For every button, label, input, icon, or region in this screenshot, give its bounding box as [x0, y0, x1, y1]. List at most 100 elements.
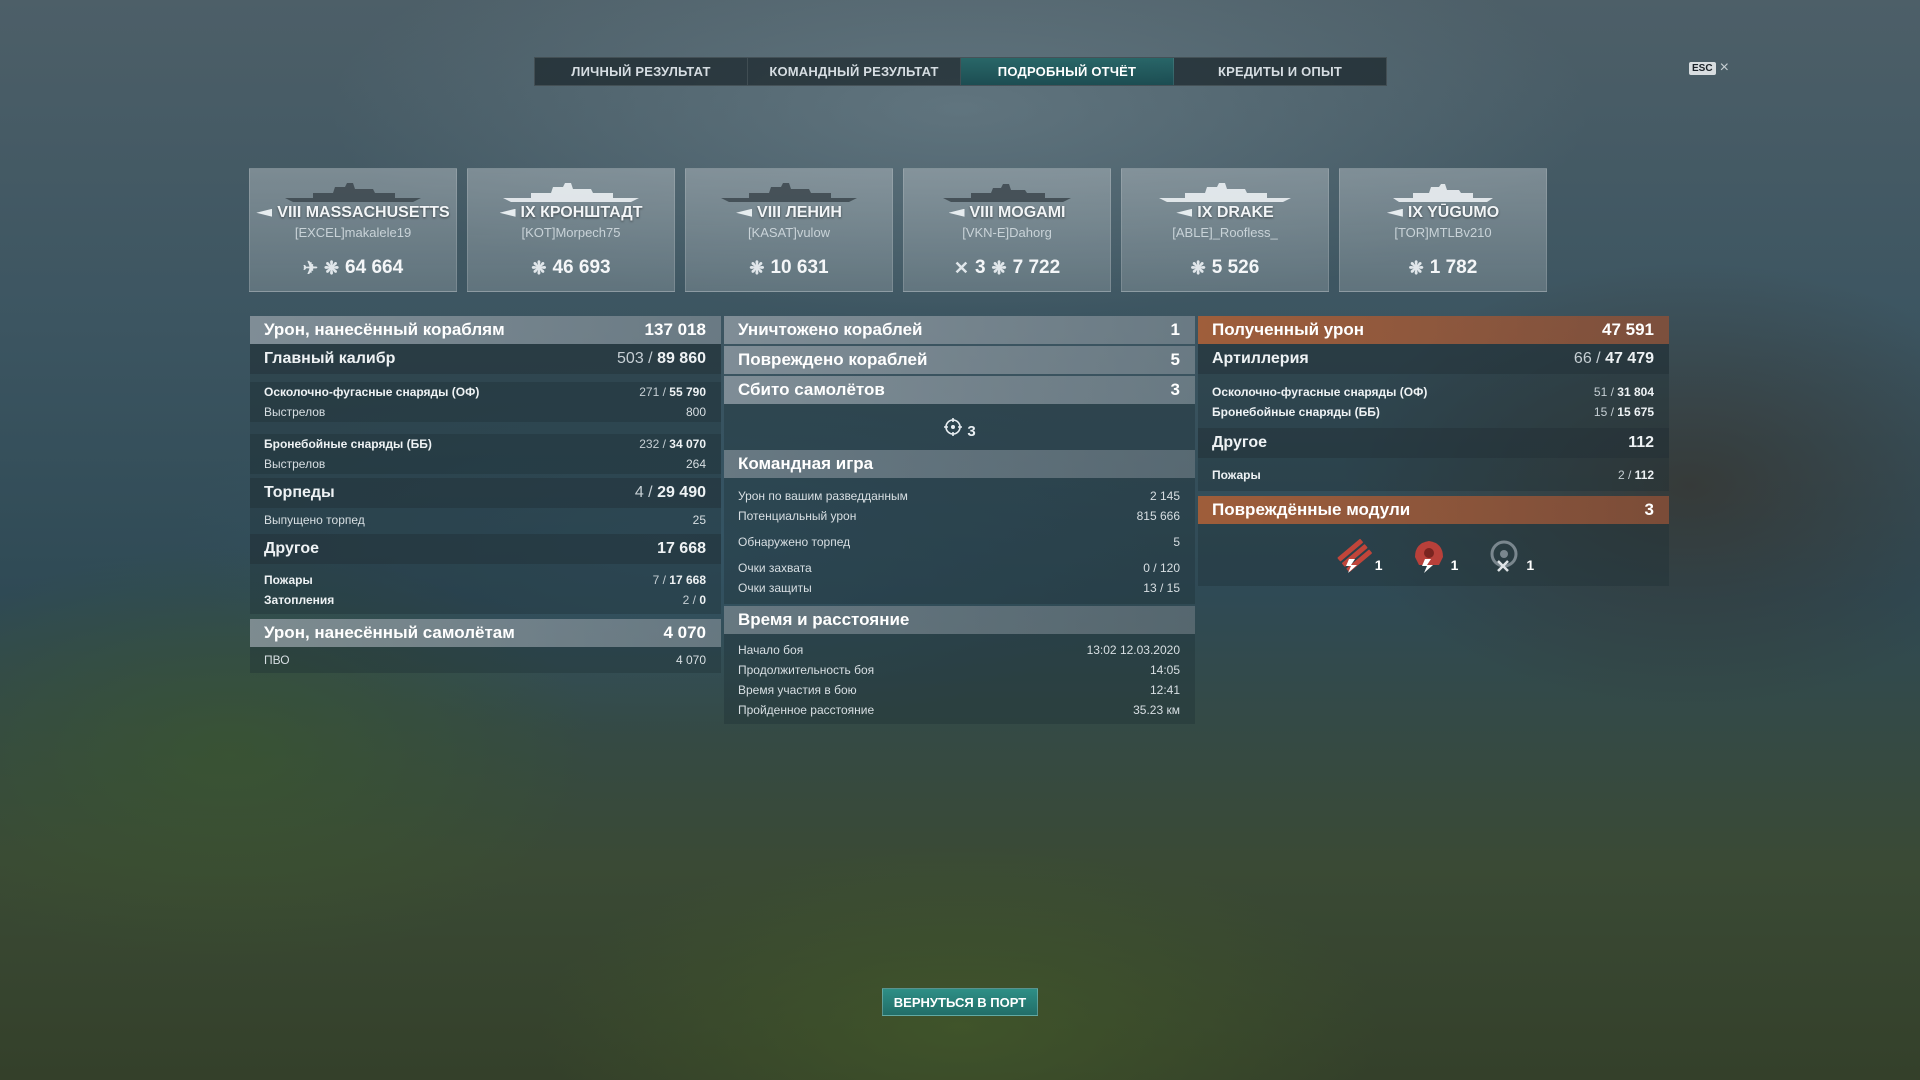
fires-value: 17 668 [669, 573, 706, 587]
ship-card[interactable]: VIII MASSACHUSETTS [EXCEL]makalele19 ✈ ❋… [249, 168, 457, 292]
ship-stats: ✈ ❋ 64 664 [250, 257, 456, 279]
recv-other-label: Другое [1212, 434, 1267, 451]
tab-personal-result[interactable]: ЛИЧНЫЙ РЕЗУЛЬТАТ [535, 58, 748, 85]
damaged-modules-label: Повреждённые модули [1212, 500, 1411, 519]
distance-row: Пройденное расстояние 35.23 км [724, 700, 1195, 720]
ship-class-icon [499, 208, 516, 217]
planes-down-value: 3 [1170, 380, 1180, 399]
module-item[interactable]: 1 [1409, 537, 1459, 573]
ap-row: Бронебойные снаряды (ББ) 232 / 34 070 [250, 434, 721, 454]
artillery-label: Артиллерия [1212, 350, 1309, 367]
plane-shot-down-icon: ✕ [953, 258, 969, 278]
module-count: 1 [1526, 557, 1535, 573]
time-distance-details: Начало боя 13:02 12.03.2020 Продолжитель… [724, 634, 1195, 724]
ap-shots-label: Выстрелов [264, 457, 326, 471]
teamplay-header: Командная игра [724, 450, 1195, 478]
ship-name: VIII ЛЕНИН [686, 204, 892, 222]
ship-name-text: VIII ЛЕНИН [757, 204, 842, 221]
ship-card[interactable]: IX КРОНШТАДТ [KOT]Morpech75 ❋ 46 693 [467, 168, 675, 292]
damage-icon: ❋ [991, 258, 1007, 278]
ap-shots-row: Выстрелов 264 [250, 454, 721, 474]
torpedoes-hits: 4 [634, 484, 644, 501]
damage-to-planes-header: Урон, нанесённый самолётам 4 070 [250, 619, 721, 647]
he-shots-row: Выстрелов 800 [250, 402, 721, 422]
damage-value: 5 526 [1211, 257, 1260, 278]
ship-class-icon [1176, 208, 1193, 217]
damage-value: 64 664 [345, 257, 404, 278]
damage-to-planes-value: 4 070 [663, 623, 706, 642]
ship-name-text: VIII MASSACHUSETTS [277, 204, 450, 221]
torp-spotted-label: Обнаружено торпед [738, 535, 851, 549]
ship-stats: ❋ 5 526 [1122, 257, 1328, 279]
damage-icon: ❋ [1190, 258, 1206, 278]
ship-cards: VIII MASSACHUSETTS [EXCEL]makalele19 ✈ ❋… [249, 168, 1549, 292]
damaged-row: Повреждено кораблей 5 [724, 346, 1195, 374]
damaged-modules-header: Повреждённые модули 3 [1198, 496, 1669, 524]
aa-label: ПВО [264, 653, 290, 667]
torp-launched-value: 25 [692, 513, 706, 527]
potential-label: Потенциальный урон [738, 509, 857, 523]
steering-module-icon [1490, 540, 1518, 572]
floods-label: Затопления [264, 593, 335, 607]
defense-value: 13 / 15 [1143, 581, 1180, 595]
player-name: [ABLE]_Roofless_ [1172, 225, 1278, 240]
damage-value: 7 722 [1012, 257, 1061, 278]
torpedoes-label: Торпеды [264, 484, 335, 501]
ship-class-icon [256, 208, 273, 217]
capture-value: 0 / 120 [1143, 561, 1180, 575]
time-distance-header: Время и расстояние [724, 606, 1195, 634]
module-item[interactable]: 1 [1484, 537, 1534, 573]
recv-fires-value: 112 [1634, 468, 1654, 482]
other-damage-value: 17 668 [657, 540, 706, 557]
ship-card[interactable]: IX DRAKE [ABLE]_Roofless_ ❋ 5 526 [1121, 168, 1329, 292]
module-count: 1 [1374, 557, 1383, 573]
ship-card[interactable]: VIII ЛЕНИН [KASAT]vulow ❋ 10 631 [685, 168, 893, 292]
damaged-label: Повреждено кораблей [738, 350, 928, 369]
player-name: [KASAT]vulow [747, 225, 831, 240]
potential-value: 815 666 [1136, 509, 1180, 523]
tab-credits-xp[interactable]: КРЕДИТЫ И ОПЫТ [1174, 58, 1386, 85]
ship-class-icon [1386, 208, 1403, 217]
esc-key-hint: ESC [1689, 61, 1716, 75]
damage-to-planes-label: Урон, нанесённый самолётам [264, 623, 515, 642]
defense-label: Очки защиты [738, 581, 812, 595]
other-details: Пожары 7 / 17 668 Затопления 2 / 0 [250, 564, 721, 614]
damage-icon: ❋ [531, 258, 547, 278]
module-item[interactable]: 1 [1333, 537, 1383, 573]
participation-label: Время участия в бою [738, 683, 857, 697]
ship-card[interactable]: IX YŪGUMO [TOR]MTLBv210 ❋ 1 782 [1339, 168, 1547, 292]
spot-damage-value: 2 145 [1149, 489, 1180, 503]
damage-to-ships-label: Урон, нанесённый кораблям [264, 320, 505, 339]
he-row: Осколочно-фугасные снаряды (ОФ) 271 / 55… [250, 382, 721, 402]
player-name: [VKN-E]Dahorg [962, 225, 1052, 240]
planes-down-count: 3 [967, 422, 976, 440]
destroyed-label: Уничтожено кораблей [738, 320, 923, 339]
artillery-details: Осколочно-фугасные снаряды (ОФ) 51 / 31 … [1198, 374, 1669, 428]
module-count: 1 [1450, 557, 1459, 573]
close-button[interactable]: ESC × [1689, 60, 1729, 76]
damage-icon: ❋ [1408, 258, 1424, 278]
ship-silhouette-icon [1159, 183, 1291, 202]
capture-row: Очки захвата 0 / 120 [724, 558, 1195, 578]
return-to-port-button[interactable]: ВЕРНУТЬСЯ В ПОРТ [882, 988, 1038, 1016]
received-damage-value: 47 591 [1602, 320, 1654, 339]
ship-name-text: VIII MOGAMI [969, 204, 1066, 221]
tab-team-result[interactable]: КОМАНДНЫЙ РЕЗУЛЬТАТ [748, 58, 961, 85]
ship-silhouette-icon [503, 183, 639, 202]
ship-stats: ✕ 3 ❋ 7 722 [904, 257, 1110, 279]
ship-card[interactable]: VIII MOGAMI [VKN-E]Dahorg ✕ 3 ❋ 7 722 [903, 168, 1111, 292]
main-caliber-details: Осколочно-фугасные снаряды (ОФ) 271 / 55… [250, 374, 721, 478]
ap-hits: 232 [639, 437, 660, 451]
tab-detailed-report[interactable]: ПОДРОБНЫЙ ОТЧЁТ [961, 58, 1174, 85]
plane-icon: ✈ [302, 258, 318, 278]
main-caliber-value: 89 860 [657, 350, 706, 367]
ship-stats: ❋ 10 631 [686, 257, 892, 279]
aa-details: ПВО 4 070 [250, 647, 721, 673]
ship-name: IX DRAKE [1122, 204, 1328, 222]
damaged-modules-list: 1 1 1 [1198, 524, 1669, 586]
ship-name: IX КРОНШТАДТ [468, 204, 674, 222]
artillery-row: Артиллерия 66 / 47 479 [1198, 344, 1669, 374]
he-shots-value: 800 [685, 405, 706, 419]
planes-shot-value: 3 [974, 257, 986, 278]
damage-to-ships-header: Урон, нанесённый кораблям 137 018 [250, 316, 721, 344]
